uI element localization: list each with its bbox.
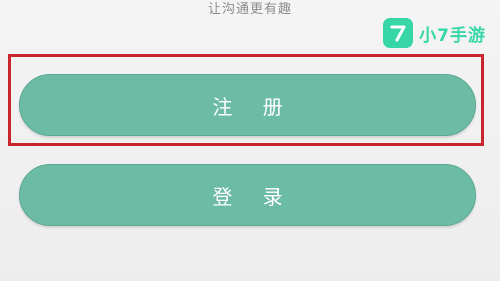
register-button-label: 注 册: [212, 94, 295, 119]
register-button[interactable]: 注 册: [19, 74, 476, 136]
watermark-text: 小7手游: [419, 25, 486, 46]
watermark: 小7手游: [383, 18, 486, 48]
watermark-logo-icon: [383, 18, 414, 48]
tagline-text: 让沟通更有趣: [207, 2, 292, 17]
login-button-label: 登 录: [212, 184, 295, 209]
login-button[interactable]: 登 录: [19, 164, 476, 226]
